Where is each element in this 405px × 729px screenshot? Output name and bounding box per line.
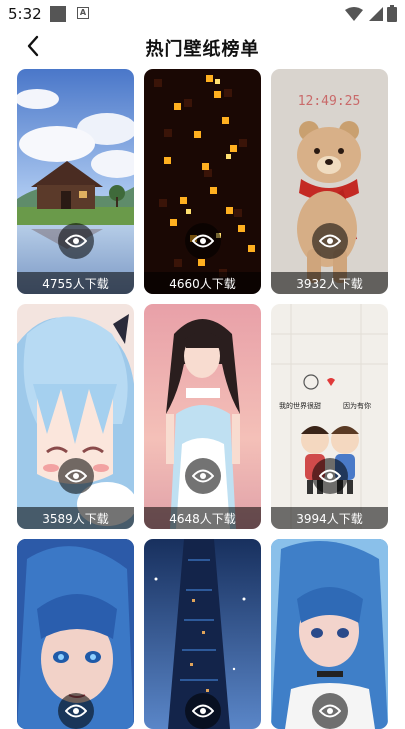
header: 热门壁纸榜单 — [0, 28, 405, 64]
view-button[interactable] — [312, 458, 348, 494]
view-button[interactable] — [185, 458, 221, 494]
eye-icon — [192, 469, 214, 483]
view-button[interactable] — [58, 458, 94, 494]
view-button[interactable] — [58, 693, 94, 729]
status-time: 5:32 — [8, 5, 42, 23]
eye-icon — [65, 704, 87, 718]
eye-icon — [319, 704, 341, 718]
download-count: 4660人下载 — [144, 272, 261, 294]
status-bar: 5:32 A — [0, 0, 405, 28]
cartoon-couple-image: 我的世界很甜 因为有你 — [271, 304, 388, 529]
couple-right-text: 因为有你 — [343, 401, 371, 410]
wallpaper-card[interactable]: 我的世界很甜 因为有你 3994人下载 — [271, 304, 388, 529]
wallpaper-card[interactable] — [144, 539, 261, 729]
bear-with-scarf-image: 12:49:25 — [271, 69, 388, 294]
bear-clock: 12:49:25 — [298, 94, 361, 109]
download-count: 3589人下载 — [17, 507, 134, 529]
view-button[interactable] — [185, 693, 221, 729]
eye-icon — [65, 234, 87, 248]
wallpaper-card[interactable]: 4648人下载 — [144, 304, 261, 529]
wallpaper-card[interactable]: 4660人下载 — [144, 69, 261, 294]
wallpaper-card[interactable]: 3589人下载 — [17, 304, 134, 529]
eye-icon — [319, 234, 341, 248]
notification-icon — [50, 6, 66, 22]
wallpaper-card[interactable] — [17, 539, 134, 729]
girl-in-maid-dress-image — [144, 304, 261, 529]
anime-blue-hair-girl-image — [17, 304, 134, 529]
notification-a-icon: A — [77, 7, 89, 19]
cabin-landscape-image — [17, 69, 134, 294]
download-count: 3994人下载 — [271, 507, 388, 529]
view-button[interactable] — [185, 223, 221, 259]
eye-icon — [319, 469, 341, 483]
status-icons — [345, 5, 397, 22]
download-count: 3932人下载 — [271, 272, 388, 294]
view-button[interactable] — [312, 223, 348, 259]
download-count: 4648人下载 — [144, 507, 261, 529]
wallpaper-card[interactable] — [271, 539, 388, 729]
view-button[interactable] — [312, 693, 348, 729]
wallpaper-card[interactable]: 4755人下载 — [17, 69, 134, 294]
glowing-squares-image — [144, 69, 261, 294]
eye-icon — [192, 704, 214, 718]
wifi-icon — [345, 6, 363, 21]
view-button[interactable] — [58, 223, 94, 259]
couple-left-text: 我的世界很甜 — [279, 401, 321, 410]
wallpaper-card[interactable]: 12:49:25 3932人下载 — [271, 69, 388, 294]
signal-icon — [369, 6, 383, 21]
eye-icon — [65, 469, 87, 483]
eye-icon — [192, 234, 214, 248]
battery-icon — [387, 5, 397, 22]
page-title: 热门壁纸榜单 — [145, 39, 260, 60]
download-count: 4755人下载 — [17, 272, 134, 294]
